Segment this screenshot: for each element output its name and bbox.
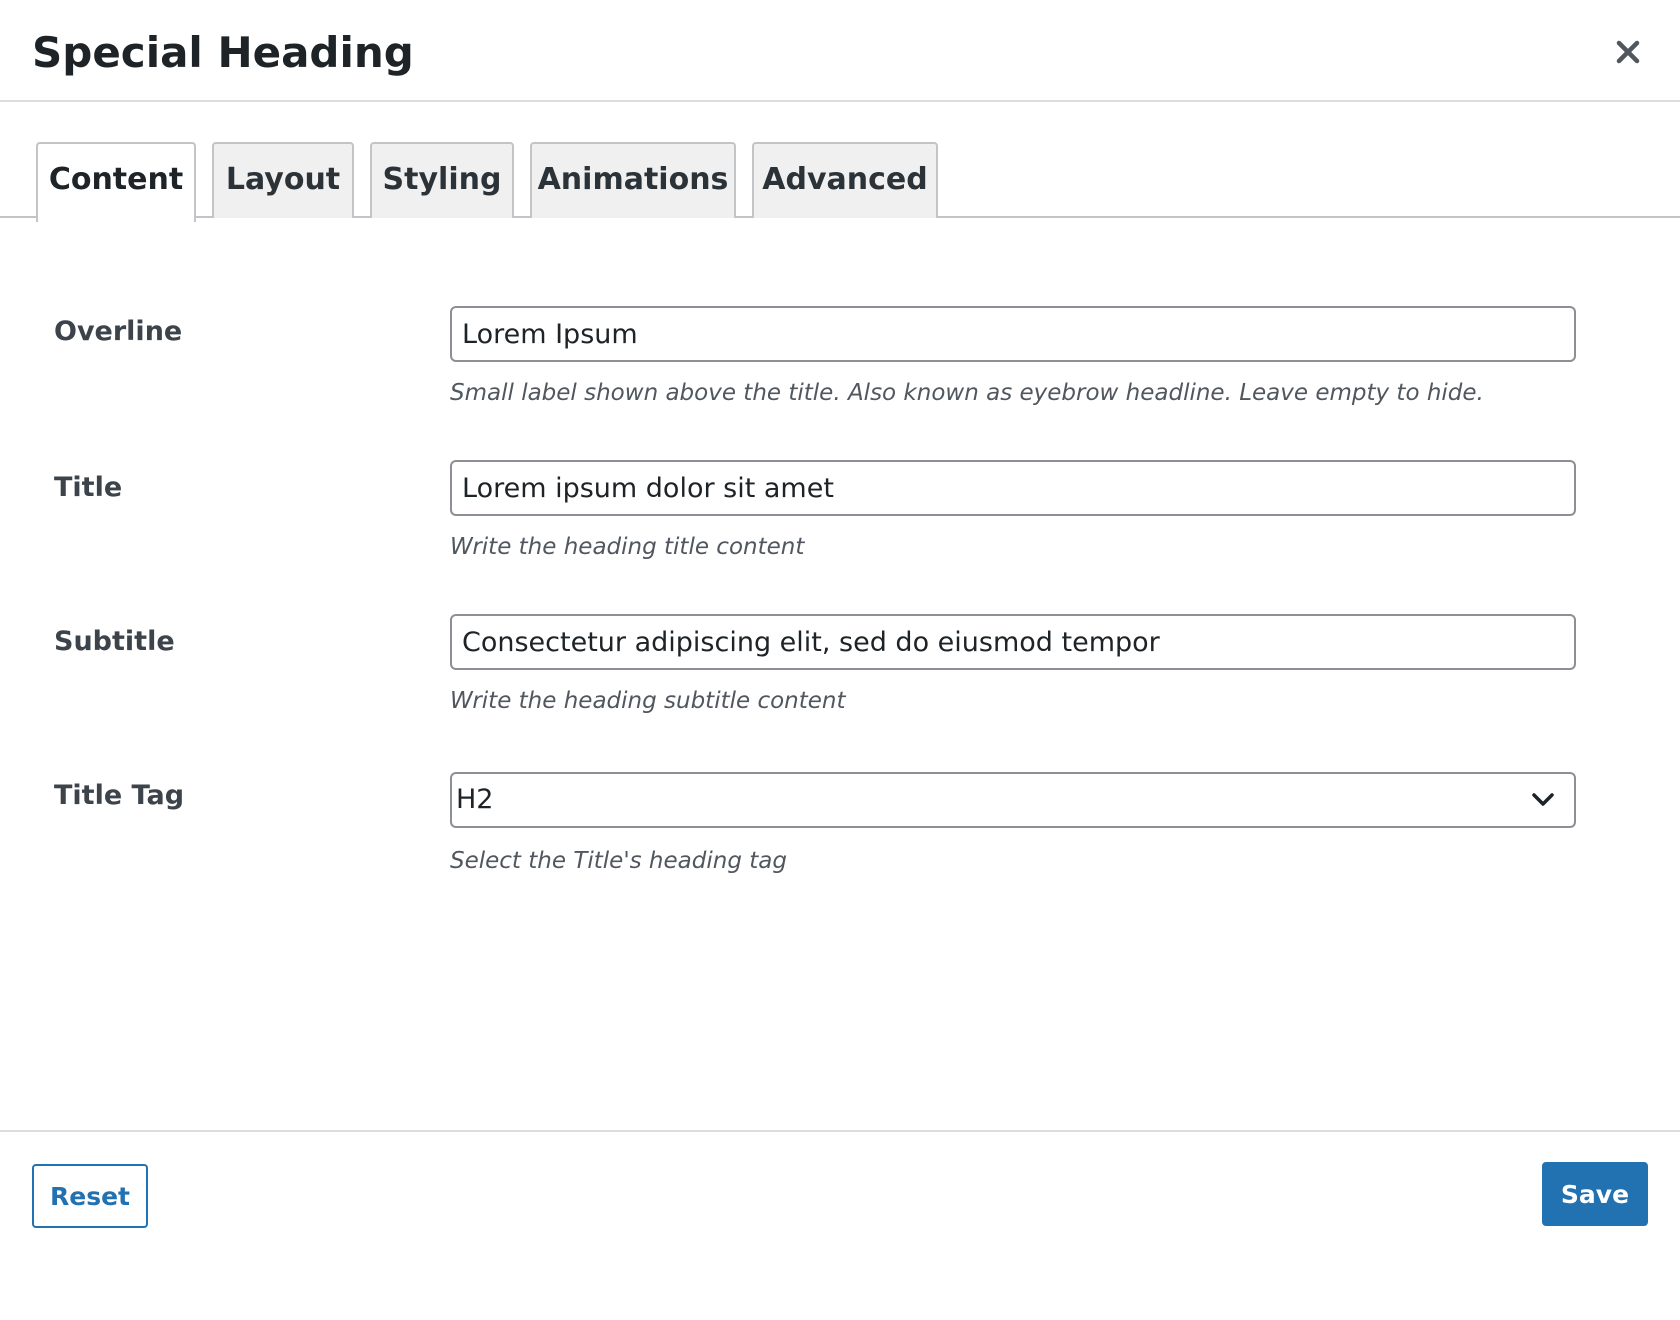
- tab-styling[interactable]: Styling: [370, 142, 514, 218]
- special-heading-modal: Special Heading Content Layout Styling A…: [0, 0, 1680, 1320]
- subtitle-label: Subtitle: [54, 626, 175, 657]
- tab-animations[interactable]: Animations: [530, 142, 736, 218]
- overline-label: Overline: [54, 316, 183, 347]
- modal-footer: Reset Save: [0, 1130, 1680, 1320]
- reset-button[interactable]: Reset: [32, 1164, 148, 1228]
- overline-input[interactable]: [450, 306, 1576, 362]
- save-button[interactable]: Save: [1542, 1162, 1648, 1226]
- title-hint: Write the heading title content: [450, 534, 805, 560]
- tab-content[interactable]: Content: [36, 142, 196, 222]
- title-tag-hint: Select the Title's heading tag: [450, 848, 787, 874]
- subtitle-hint: Write the heading subtitle content: [450, 688, 846, 714]
- modal-title: Special Heading: [32, 28, 414, 77]
- chevron-down-icon: [1532, 793, 1554, 806]
- title-tag-select[interactable]: H2: [450, 772, 1576, 828]
- tab-layout[interactable]: Layout: [212, 142, 354, 218]
- title-label: Title: [54, 472, 123, 503]
- modal-header: Special Heading: [0, 0, 1680, 102]
- overline-hint: Small label shown above the title. Also …: [450, 380, 1484, 406]
- tab-advanced[interactable]: Advanced: [752, 142, 938, 218]
- title-tag-selected-value: H2: [456, 784, 494, 815]
- subtitle-input[interactable]: [450, 614, 1576, 670]
- title-input[interactable]: [450, 460, 1576, 516]
- close-button[interactable]: [1604, 32, 1652, 72]
- close-icon: [1616, 40, 1640, 64]
- tab-bar: Content Layout Styling Animations Advanc…: [0, 140, 1680, 222]
- title-tag-label: Title Tag: [54, 780, 185, 811]
